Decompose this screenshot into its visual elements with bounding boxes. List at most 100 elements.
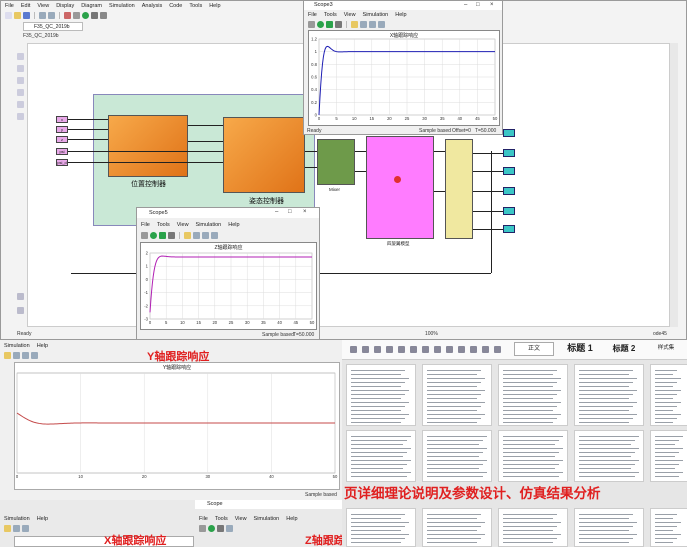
inport-psi[interactable]: psi: [56, 148, 68, 155]
open-icon[interactable]: [14, 11, 21, 19]
scope-block-6[interactable]: [503, 225, 515, 233]
list-icon[interactable]: [422, 346, 429, 353]
fit-view-icon[interactable]: [17, 65, 24, 72]
scope-y-menu-help[interactable]: Help: [37, 343, 48, 349]
scope-x-menu-tools[interactable]: Tools: [324, 12, 337, 18]
highlight-icon[interactable]: [184, 231, 191, 239]
arrow-icon[interactable]: [17, 77, 24, 84]
inport-psi-d[interactable]: psi_d: [56, 159, 68, 166]
scope-y-plot[interactable]: Y轴跟踪响应 0 10 20 30 40 50: [14, 362, 340, 490]
zoom-icon[interactable]: [17, 53, 24, 60]
run-icon[interactable]: [208, 524, 215, 532]
highlight-icon[interactable]: [351, 20, 358, 28]
stop-icon[interactable]: [335, 20, 342, 28]
bottom-right-menu-help[interactable]: Help: [286, 516, 297, 522]
quadrotor-model-block[interactable]: [366, 136, 434, 239]
bottom-right-menu-file[interactable]: File: [199, 516, 208, 522]
zoom-icon[interactable]: [13, 524, 20, 532]
menu-simulation[interactable]: Simulation: [109, 3, 135, 9]
highlight-icon[interactable]: [4, 351, 11, 359]
step-icon[interactable]: [326, 20, 333, 28]
style-gallery-button[interactable]: 样式集: [648, 342, 684, 356]
menu-help[interactable]: Help: [209, 3, 220, 9]
minimize-icon[interactable]: –: [275, 209, 278, 215]
undo-icon[interactable]: [39, 11, 46, 19]
scope-z-menu-help[interactable]: Help: [228, 222, 239, 228]
close-icon[interactable]: ×: [490, 2, 494, 8]
position-controller-block[interactable]: [108, 115, 188, 177]
settings-gear-icon[interactable]: [141, 231, 148, 239]
sort-icon[interactable]: [482, 346, 489, 353]
table-icon[interactable]: [446, 346, 453, 353]
inport-z[interactable]: z: [56, 136, 68, 143]
step-icon[interactable]: [100, 11, 107, 19]
align-right-icon[interactable]: [374, 346, 381, 353]
stop-icon[interactable]: [217, 524, 224, 532]
scope-block-4[interactable]: [503, 187, 515, 195]
minimize-icon[interactable]: –: [464, 2, 467, 8]
paragraph-icon[interactable]: [410, 346, 417, 353]
highlight-icon[interactable]: [4, 524, 11, 532]
close-icon[interactable]: ×: [303, 209, 307, 215]
scope-x-menu-file[interactable]: File: [308, 12, 317, 18]
scope-z-menu-file[interactable]: File: [141, 222, 150, 228]
breadcrumb-model[interactable]: F35_QC_2019b: [23, 33, 59, 39]
cursor-icon[interactable]: [211, 231, 218, 239]
border-icon[interactable]: [470, 346, 477, 353]
bottom-right-menu-view[interactable]: View: [235, 516, 247, 522]
run-icon[interactable]: [317, 20, 324, 28]
fit-icon[interactable]: [22, 524, 29, 532]
redo-icon[interactable]: [48, 11, 55, 19]
maximize-icon[interactable]: □: [288, 209, 292, 215]
stop-icon[interactable]: [91, 11, 98, 19]
save-icon[interactable]: [23, 11, 30, 19]
mixer-block[interactable]: [317, 139, 355, 185]
bottom-right-menu-tools[interactable]: Tools: [215, 516, 228, 522]
settings-gear-icon[interactable]: [199, 524, 206, 532]
justify-icon[interactable]: [386, 346, 393, 353]
align-center-icon[interactable]: [362, 346, 369, 353]
align-left-icon[interactable]: [350, 346, 357, 353]
settings-gear-icon[interactable]: [308, 20, 315, 28]
zoom-icon[interactable]: [360, 20, 367, 28]
zoom-icon[interactable]: [13, 351, 20, 359]
library-icon[interactable]: [64, 11, 71, 19]
style-heading-1[interactable]: 标题 1: [558, 342, 602, 356]
menu-analysis[interactable]: Analysis: [142, 3, 162, 9]
model-tab[interactable]: F35_QC_2019b: [23, 22, 83, 31]
bottom-left-menu-simulation[interactable]: Simulation: [4, 516, 30, 522]
property-icon[interactable]: [17, 307, 24, 314]
zoom-icon[interactable]: [226, 524, 233, 532]
scope-z-menu-view[interactable]: View: [177, 222, 189, 228]
menu-display[interactable]: Display: [56, 3, 74, 9]
scope-z-menu-simulation[interactable]: Simulation: [196, 222, 222, 228]
bottom-right-menu-simulation[interactable]: Simulation: [254, 516, 280, 522]
scope-block-3[interactable]: [503, 167, 515, 175]
cursor-icon[interactable]: [378, 20, 385, 28]
scope-x-menu-view[interactable]: View: [344, 12, 356, 18]
fit-icon[interactable]: [22, 351, 29, 359]
scope-y-menu-simulation[interactable]: Simulation: [4, 343, 30, 349]
cursor-icon[interactable]: [31, 351, 38, 359]
settings-gear-icon[interactable]: [73, 11, 80, 19]
image-icon[interactable]: [17, 101, 24, 108]
output-selector-block[interactable]: [445, 139, 473, 239]
scope-z-plot[interactable]: Z轴跟踪响应 0 5 10 15 20 25 30 35 40 45 50 2 1 0 -1 -2 -3: [140, 242, 317, 330]
run-icon[interactable]: [82, 11, 89, 19]
style-heading-2[interactable]: 标题 2: [604, 342, 644, 356]
menu-edit[interactable]: Edit: [21, 3, 30, 9]
bottom-left-menu-help[interactable]: Help: [37, 516, 48, 522]
zoom-icon[interactable]: [193, 231, 200, 239]
scope-x-plot[interactable]: X轴跟踪响应 0 5 10 15 20 25 30 35 40 45 50 1.2 1 0.8 0.6 0.4…: [308, 30, 500, 126]
scope-x-menu-help[interactable]: Help: [395, 12, 406, 18]
area-icon[interactable]: [17, 113, 24, 120]
indent-icon[interactable]: [434, 346, 441, 353]
fit-icon[interactable]: [369, 20, 376, 28]
shading-icon[interactable]: [458, 346, 465, 353]
style-normal[interactable]: 正文: [514, 342, 554, 356]
annotation-icon[interactable]: [17, 89, 24, 96]
inport-x[interactable]: x: [56, 116, 68, 123]
attitude-controller-block[interactable]: [223, 117, 305, 193]
menu-diagram[interactable]: Diagram: [81, 3, 102, 9]
menu-code[interactable]: Code: [169, 3, 182, 9]
